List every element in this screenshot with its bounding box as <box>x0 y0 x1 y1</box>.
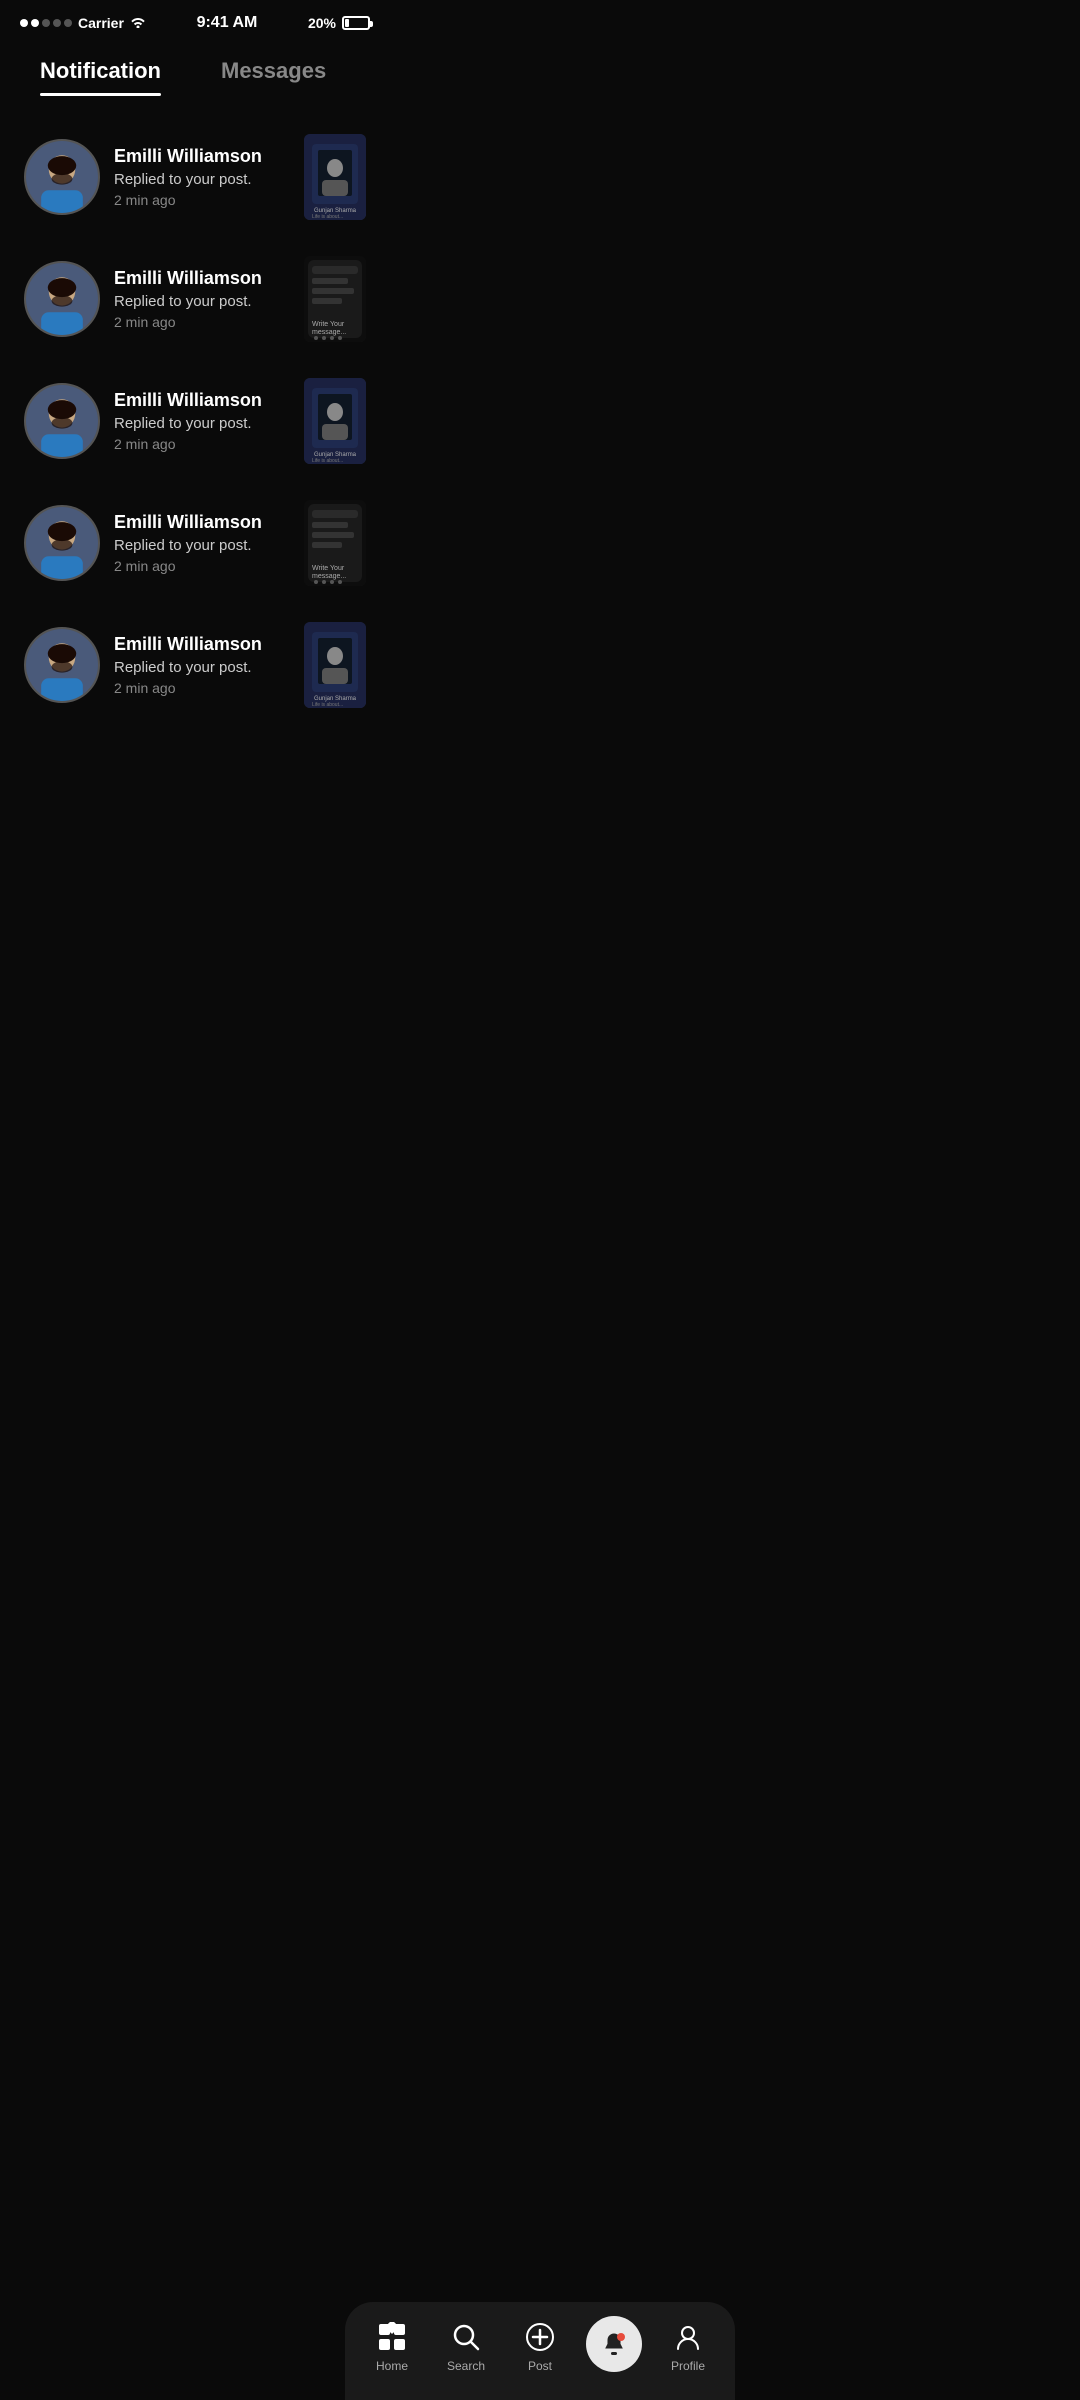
notif-name: Emilli Williamson <box>114 146 290 167</box>
status-right: 20% <box>308 15 370 31</box>
status-left: Carrier <box>20 15 146 31</box>
notification-item[interactable]: Emilli Williamson Replied to your post. … <box>16 604 374 726</box>
home-icon <box>374 2319 410 2355</box>
nav-home[interactable]: Home <box>362 2319 422 2373</box>
signal-dot-1 <box>20 19 28 27</box>
wifi-icon <box>130 15 146 31</box>
notif-time: 2 min ago <box>114 436 290 452</box>
notification-content: Emilli Williamson Replied to your post. … <box>114 390 290 452</box>
search-icon <box>448 2319 484 2355</box>
notif-action: Replied to your post. <box>114 537 290 554</box>
tab-messages[interactable]: Messages <box>221 58 326 96</box>
thumb-image: Gunjan Sharma Life is about... <box>304 134 366 220</box>
signal-dot-4 <box>53 19 61 27</box>
nav-post[interactable]: Post <box>510 2319 570 2373</box>
notification-thumbnail: Gunjan Sharma Life is about... <box>304 378 366 464</box>
notification-content: Emilli Williamson Replied to your post. … <box>114 268 290 330</box>
profile-icon <box>670 2319 706 2355</box>
signal-dot-2 <box>31 19 39 27</box>
notif-name: Emilli Williamson <box>114 390 290 411</box>
signal-dot-3 <box>42 19 50 27</box>
notif-action: Replied to your post. <box>114 171 290 188</box>
status-bar: Carrier 9:41 AM 20% <box>0 0 390 38</box>
notif-time: 2 min ago <box>114 680 290 696</box>
avatar-image <box>26 141 98 213</box>
notification-item[interactable]: Emilli Williamson Replied to your post. … <box>16 238 374 360</box>
notif-time: 2 min ago <box>114 192 290 208</box>
notif-time: 2 min ago <box>114 558 290 574</box>
nav-profile-label: Profile <box>671 2359 705 2373</box>
avatar <box>24 505 100 581</box>
thumb-image: Gunjan Sharma Life is about... <box>304 622 366 708</box>
nav-notification[interactable] <box>584 2316 644 2376</box>
bottom-nav: Home Search Post <box>345 2302 735 2400</box>
notification-thumbnail: Write Your message... <box>304 500 366 586</box>
avatar <box>24 627 100 703</box>
svg-text:Write Your: Write Your <box>312 565 345 572</box>
notif-action: Replied to your post. <box>114 659 290 676</box>
notification-content: Emilli Williamson Replied to your post. … <box>114 512 290 574</box>
notification-content: Emilli Williamson Replied to your post. … <box>114 634 290 696</box>
avatar <box>24 383 100 459</box>
notif-name: Emilli Williamson <box>114 512 290 533</box>
svg-text:message...: message... <box>312 329 346 336</box>
notif-time: 2 min ago <box>114 314 290 330</box>
svg-text:Life is about...: Life is about... <box>312 702 343 708</box>
carrier-label: Carrier <box>78 15 124 31</box>
thumb-image: Write Your message... <box>304 256 366 342</box>
thumb-image: Gunjan Sharma Life is about... <box>304 378 366 464</box>
notification-thumbnail: Gunjan Sharma Life is about... <box>304 134 366 220</box>
signal-dots <box>20 19 72 27</box>
tab-messages-label: Messages <box>221 58 326 84</box>
svg-text:Write Your: Write Your <box>312 321 345 328</box>
status-time: 9:41 AM <box>197 14 258 32</box>
notif-action: Replied to your post. <box>114 415 290 432</box>
tab-underline <box>40 93 161 96</box>
notif-name: Emilli Williamson <box>114 634 290 655</box>
svg-text:Life is about...: Life is about... <box>312 214 343 220</box>
signal-dot-5 <box>64 19 72 27</box>
notification-thumbnail: Write Your message... <box>304 256 366 342</box>
tab-notification[interactable]: Notification <box>40 58 161 96</box>
notif-action: Replied to your post. <box>114 293 290 310</box>
avatar <box>24 139 100 215</box>
svg-text:Life is about...: Life is about... <box>312 458 343 464</box>
tab-notification-label: Notification <box>40 58 161 84</box>
nav-search-label: Search <box>447 2359 485 2373</box>
nav-profile[interactable]: Profile <box>658 2319 718 2373</box>
notification-item[interactable]: Emilli Williamson Replied to your post. … <box>16 116 374 238</box>
notification-content: Emilli Williamson Replied to your post. … <box>114 146 290 208</box>
nav-search[interactable]: Search <box>436 2319 496 2373</box>
battery-percent: 20% <box>308 15 336 31</box>
avatar <box>24 261 100 337</box>
battery-icon <box>342 16 370 30</box>
nav-home-label: Home <box>376 2359 408 2373</box>
notification-item[interactable]: Emilli Williamson Replied to your post. … <box>16 482 374 604</box>
notification-item[interactable]: Emilli Williamson Replied to your post. … <box>16 360 374 482</box>
notifications-list: Emilli Williamson Replied to your post. … <box>0 96 390 726</box>
svg-text:message...: message... <box>312 573 346 580</box>
nav-post-label: Post <box>528 2359 552 2373</box>
avatar-image <box>26 507 98 579</box>
avatar-image <box>26 263 98 335</box>
avatar-image <box>26 385 98 457</box>
thumb-image: Write Your message... <box>304 500 366 586</box>
notification-thumbnail: Gunjan Sharma Life is about... <box>304 622 366 708</box>
avatar-image <box>26 629 98 701</box>
bell-circle <box>586 2316 642 2372</box>
post-icon <box>522 2319 558 2355</box>
header-tabs: Notification Messages <box>0 38 390 96</box>
notif-name: Emilli Williamson <box>114 268 290 289</box>
